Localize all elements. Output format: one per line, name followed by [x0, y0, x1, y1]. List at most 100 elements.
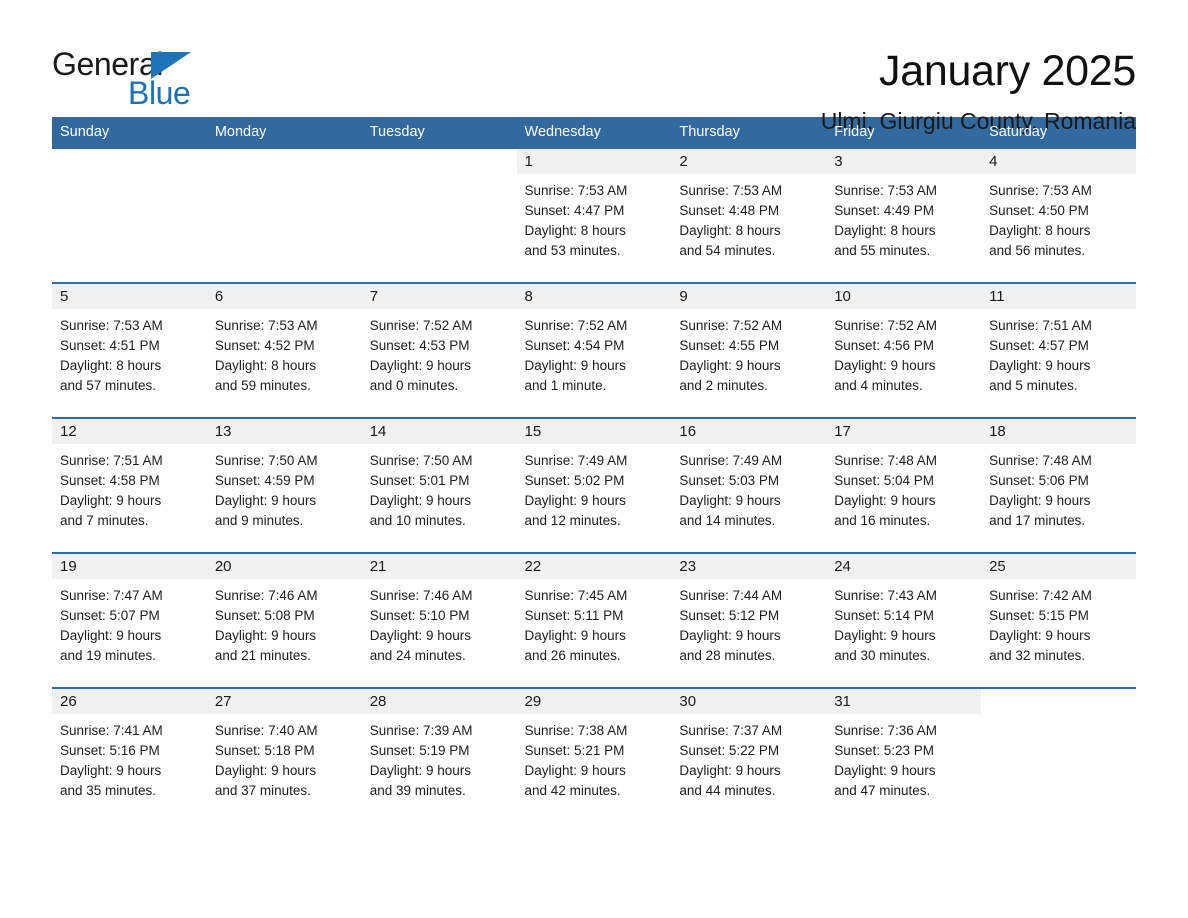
calendar-day-cell[interactable]: 10 Sunrise: 7:52 AM Sunset: 4:56 PM Dayligh… — [826, 282, 982, 418]
day-cell-inner: 28 Sunrise: 7:39 AM Sunset: 5:19 PM Dayligh… — [361, 689, 517, 822]
daylight-duration-line1: Daylight: 9 hours — [989, 628, 1091, 643]
daylight-duration-line2: and 32 minutes. — [989, 648, 1086, 663]
daylight-duration-line2: and 10 minutes. — [369, 513, 466, 528]
sunrise-time: Sunrise: 7:52 AM — [369, 318, 473, 333]
day-cell-inner: 10 Sunrise: 7:52 AM Sunset: 4:56 PM Dayligh… — [826, 284, 982, 417]
day-cell-inner: 17 Sunrise: 7:48 AM Sunset: 5:04 PM Dayligh… — [826, 419, 982, 552]
calendar-day-cell[interactable]: 24 Sunrise: 7:43 AM Sunset: 5:14 PM Dayligh… — [826, 552, 982, 688]
calendar-week-row: 1 Sunrise: 7:53 AM Sunset: 4:47 PM Daylight… — [52, 149, 1136, 283]
daylight-duration-line1: Daylight: 9 hours — [524, 358, 626, 373]
calendar-day-cell[interactable]: 28 Sunrise: 7:39 AM Sunset: 5:19 PM Dayligh… — [361, 687, 517, 822]
calendar-day-cell[interactable]: 20 Sunrise: 7:46 AM Sunset: 5:08 PM Dayligh… — [206, 552, 362, 688]
calendar-day-cell[interactable]: 15 Sunrise: 7:49 AM Sunset: 5:02 PM Dayligh… — [516, 417, 672, 553]
sunrise-time: Sunrise: 7:53 AM — [214, 318, 318, 333]
calendar-day-cell[interactable]: 17 Sunrise: 7:48 AM Sunset: 5:04 PM Dayligh… — [826, 417, 982, 553]
daylight-duration-line1: Daylight: 8 hours — [214, 358, 317, 373]
daylight-duration-line2: and 28 minutes. — [679, 648, 776, 663]
day-number: 19 — [52, 554, 207, 579]
day-number: 16 — [671, 419, 827, 444]
daylight-duration-line2: and 12 minutes. — [524, 513, 621, 528]
day-sun-info: Sunrise: 7:53 AM Sunset: 4:48 PM Daylight:… — [671, 174, 826, 261]
calendar-day-cell[interactable]: 9 Sunrise: 7:52 AM Sunset: 4:55 PM Daylight… — [671, 282, 827, 418]
day-number: 14 — [361, 419, 517, 444]
calendar-page: General Blue January 2025 Ulmi, Giurgiu … — [0, 0, 1188, 918]
daylight-duration-line2: and 1 minute. — [524, 378, 607, 393]
sunrise-time: Sunrise: 7:52 AM — [834, 318, 938, 333]
calendar-day-cell[interactable]: 27 Sunrise: 7:40 AM Sunset: 5:18 PM Dayligh… — [206, 687, 362, 822]
day-sun-info: Sunrise: 7:52 AM Sunset: 4:56 PM Daylight:… — [826, 309, 981, 396]
calendar-day-cell[interactable]: 16 Sunrise: 7:49 AM Sunset: 5:03 PM Dayligh… — [671, 417, 827, 553]
calendar-day-cell[interactable]: 12 Sunrise: 7:51 AM Sunset: 4:58 PM Dayligh… — [52, 417, 207, 553]
calendar-day-cell[interactable]: 6 Sunrise: 7:53 AM Sunset: 4:52 PM Daylight… — [206, 282, 362, 418]
calendar-day-cell — [52, 149, 207, 283]
calendar-day-cell[interactable]: 1 Sunrise: 7:53 AM Sunset: 4:47 PM Daylight… — [516, 149, 672, 283]
calendar-day-cell[interactable]: 22 Sunrise: 7:45 AM Sunset: 5:11 PM Dayligh… — [516, 552, 672, 688]
calendar-day-cell[interactable]: 4 Sunrise: 7:53 AM Sunset: 4:50 PM Daylight… — [981, 149, 1136, 283]
calendar-day-cell[interactable]: 14 Sunrise: 7:50 AM Sunset: 5:01 PM Dayligh… — [361, 417, 517, 553]
daylight-duration-line2: and 37 minutes. — [214, 783, 311, 798]
daylight-duration-line1: Daylight: 9 hours — [524, 493, 626, 508]
calendar-day-cell[interactable]: 11 Sunrise: 7:51 AM Sunset: 4:57 PM Dayligh… — [981, 282, 1136, 418]
daylight-duration-line1: Daylight: 8 hours — [679, 223, 781, 238]
day-cell-inner: 16 Sunrise: 7:49 AM Sunset: 5:03 PM Dayligh… — [671, 419, 827, 552]
day-cell-inner — [52, 149, 207, 282]
sunrise-time: Sunrise: 7:46 AM — [369, 588, 473, 603]
day-cell-inner: 5 Sunrise: 7:53 AM Sunset: 4:51 PM Daylight… — [52, 284, 207, 417]
day-number: 27 — [206, 689, 362, 714]
daylight-duration-line2: and 7 minutes. — [60, 513, 149, 528]
daylight-duration-line2: and 17 minutes. — [989, 513, 1086, 528]
calendar-day-cell[interactable]: 30 Sunrise: 7:37 AM Sunset: 5:22 PM Dayligh… — [671, 687, 827, 822]
calendar-day-cell[interactable]: 29 Sunrise: 7:38 AM Sunset: 5:21 PM Dayligh… — [516, 687, 672, 822]
calendar-day-cell[interactable]: 3 Sunrise: 7:53 AM Sunset: 4:49 PM Daylight… — [826, 149, 982, 283]
daylight-duration-line1: Daylight: 9 hours — [369, 628, 471, 643]
calendar-day-cell[interactable]: 25 Sunrise: 7:42 AM Sunset: 5:15 PM Dayligh… — [981, 552, 1136, 688]
calendar-day-cell[interactable]: 26 Sunrise: 7:41 AM Sunset: 5:16 PM Dayligh… — [52, 687, 207, 822]
daylight-duration-line1: Daylight: 9 hours — [214, 763, 317, 778]
sunrise-time: Sunrise: 7:52 AM — [679, 318, 783, 333]
day-number: 2 — [671, 149, 827, 174]
sunset-time: Sunset: 4:48 PM — [679, 203, 780, 218]
day-cell-inner: 1 Sunrise: 7:53 AM Sunset: 4:47 PM Daylight… — [516, 149, 672, 282]
daylight-duration-line2: and 24 minutes. — [369, 648, 466, 663]
sunset-time: Sunset: 4:47 PM — [524, 203, 625, 218]
calendar-day-cell[interactable]: 23 Sunrise: 7:44 AM Sunset: 5:12 PM Dayligh… — [671, 552, 827, 688]
calendar-day-cell[interactable]: 2 Sunrise: 7:53 AM Sunset: 4:48 PM Daylight… — [671, 149, 827, 283]
daylight-duration-line2: and 44 minutes. — [679, 783, 776, 798]
daylight-duration-line2: and 56 minutes. — [989, 243, 1086, 258]
day-number: 3 — [826, 149, 982, 174]
sunset-time: Sunset: 5:15 PM — [989, 608, 1089, 623]
daylight-duration-line2: and 19 minutes. — [60, 648, 157, 663]
day-number: 8 — [516, 284, 672, 309]
calendar-day-cell[interactable]: 8 Sunrise: 7:52 AM Sunset: 4:54 PM Daylight… — [516, 282, 672, 418]
calendar-day-cell[interactable]: 18 Sunrise: 7:48 AM Sunset: 5:06 PM Dayligh… — [981, 417, 1136, 553]
daylight-duration-line1: Daylight: 8 hours — [524, 223, 626, 238]
calendar-day-cell — [981, 687, 1136, 822]
sunset-time: Sunset: 4:52 PM — [214, 338, 315, 353]
daylight-duration-line2: and 4 minutes. — [834, 378, 923, 393]
calendar-day-cell[interactable]: 31 Sunrise: 7:36 AM Sunset: 5:23 PM Dayligh… — [826, 687, 982, 822]
calendar-week-row: 19 Sunrise: 7:47 AM Sunset: 5:07 PM Dayligh… — [52, 552, 1136, 688]
sunset-time: Sunset: 4:57 PM — [989, 338, 1089, 353]
calendar-day-cell[interactable]: 7 Sunrise: 7:52 AM Sunset: 4:53 PM Daylight… — [361, 282, 517, 418]
day-number: 25 — [981, 554, 1136, 579]
day-number: 30 — [671, 689, 827, 714]
day-sun-info: Sunrise: 7:50 AM Sunset: 5:01 PM Daylight:… — [362, 444, 517, 531]
daylight-duration-line1: Daylight: 9 hours — [369, 358, 471, 373]
day-cell-inner: 31 Sunrise: 7:36 AM Sunset: 5:23 PM Dayligh… — [826, 689, 982, 822]
calendar-day-cell[interactable]: 13 Sunrise: 7:50 AM Sunset: 4:59 PM Dayligh… — [206, 417, 362, 553]
day-cell-inner: 13 Sunrise: 7:50 AM Sunset: 4:59 PM Dayligh… — [206, 419, 362, 552]
sunset-time: Sunset: 5:14 PM — [834, 608, 935, 623]
day-cell-inner: 20 Sunrise: 7:46 AM Sunset: 5:08 PM Dayligh… — [206, 554, 362, 687]
day-sun-info: Sunrise: 7:53 AM Sunset: 4:49 PM Daylight:… — [826, 174, 981, 261]
sunrise-time: Sunrise: 7:51 AM — [989, 318, 1092, 333]
calendar-day-cell[interactable]: 21 Sunrise: 7:46 AM Sunset: 5:10 PM Dayligh… — [361, 552, 517, 688]
calendar-day-cell[interactable]: 5 Sunrise: 7:53 AM Sunset: 4:51 PM Daylight… — [52, 282, 207, 418]
day-sun-info: Sunrise: 7:41 AM Sunset: 5:16 PM Daylight:… — [52, 714, 207, 801]
calendar-day-cell[interactable]: 19 Sunrise: 7:47 AM Sunset: 5:07 PM Dayligh… — [52, 552, 207, 688]
day-sun-info: Sunrise: 7:46 AM Sunset: 5:08 PM Daylight:… — [207, 579, 362, 666]
sunrise-time: Sunrise: 7:53 AM — [834, 183, 938, 198]
day-cell-inner: 11 Sunrise: 7:51 AM Sunset: 4:57 PM Dayligh… — [981, 284, 1136, 417]
day-sun-info: Sunrise: 7:45 AM Sunset: 5:11 PM Daylight:… — [517, 579, 672, 666]
day-cell-inner: 6 Sunrise: 7:53 AM Sunset: 4:52 PM Daylight… — [206, 284, 362, 417]
daylight-duration-line1: Daylight: 9 hours — [369, 493, 471, 508]
